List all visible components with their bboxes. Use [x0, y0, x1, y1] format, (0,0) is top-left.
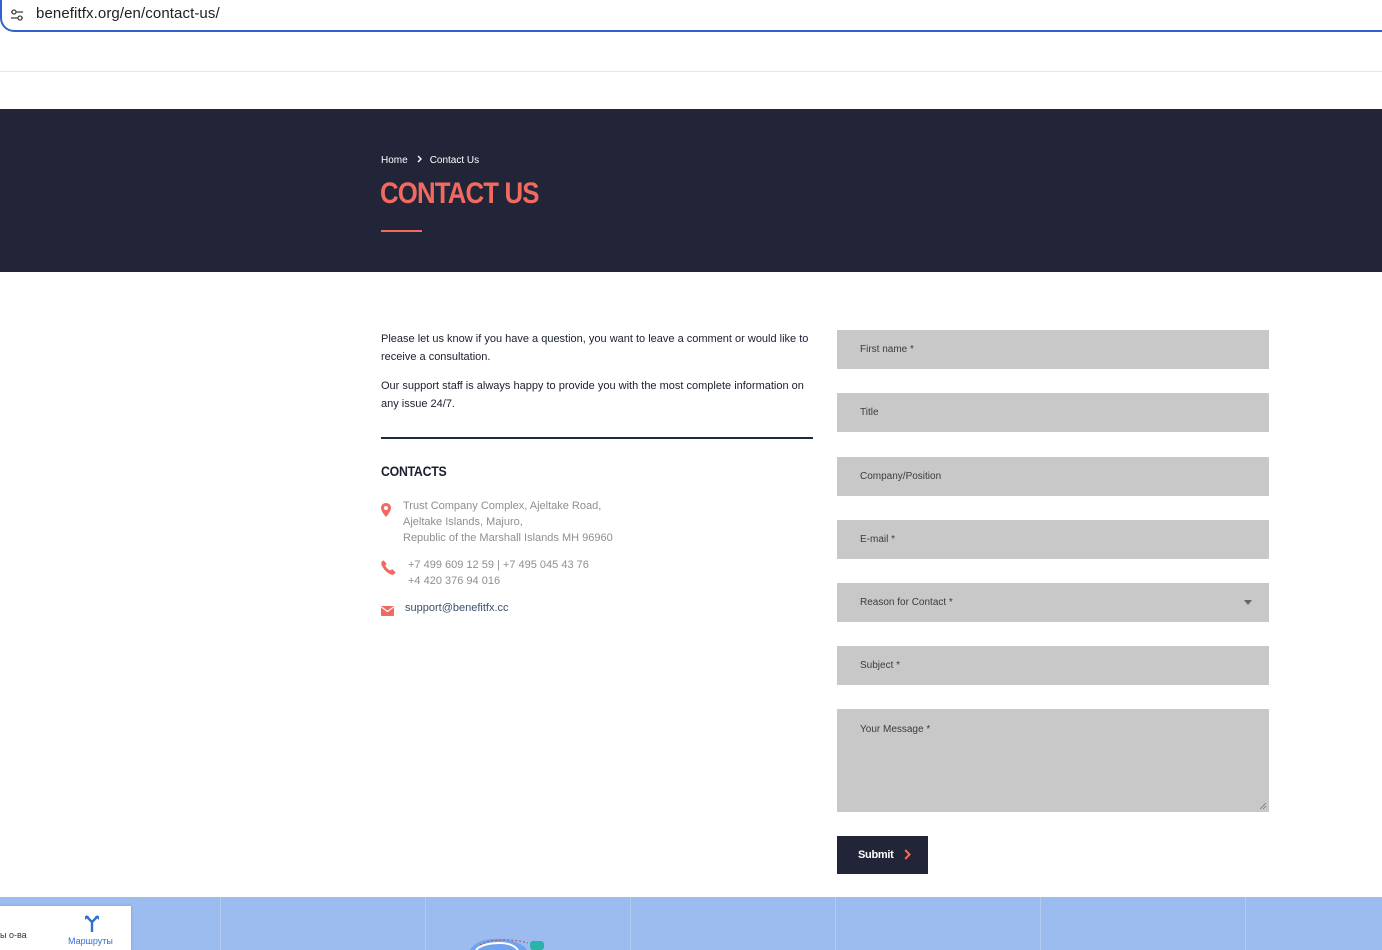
company-position-placeholder: Company/Position	[860, 471, 942, 482]
map-routes-panel[interactable]: ы о-ва Маршруты	[0, 906, 131, 950]
map-panel-cut-text: ы о-ва	[0, 930, 27, 940]
url-text[interactable]: benefitfx.org/en/contact-us/	[36, 5, 220, 22]
breadcrumb-home-link[interactable]: Home	[381, 155, 408, 166]
map-area[interactable]	[0, 897, 1382, 950]
location-pin-icon	[381, 498, 401, 546]
phone-block: +7 499 609 12 59 | +7 495 045 43 76 +4 4…	[381, 557, 589, 589]
map-grid-line	[220, 897, 221, 950]
title-input[interactable]: Title	[837, 393, 1269, 432]
tune-icon[interactable]	[10, 8, 24, 22]
intro-paragraph-2: Our support staff is always happy to pro…	[381, 380, 804, 410]
title-placeholder: Title	[860, 407, 879, 418]
map-grid-line	[1245, 897, 1246, 950]
address-line-2: Ajeltake Islands, Majuro,	[403, 516, 523, 528]
phone-icon	[381, 557, 401, 589]
site-header	[0, 32, 1382, 72]
address-bar[interactable]: benefitfx.org/en/contact-us/	[0, 0, 1382, 32]
title-underline	[381, 230, 422, 232]
first-name-input[interactable]: First name *	[837, 330, 1269, 369]
company-position-input[interactable]: Company/Position	[837, 457, 1269, 496]
address-line-3: Republic of the Marshall Islands MH 9696…	[403, 532, 613, 544]
subject-input[interactable]: Subject *	[837, 646, 1269, 685]
map-grid-line	[1040, 897, 1041, 950]
section-divider	[381, 437, 813, 439]
resize-handle-icon[interactable]	[1259, 802, 1267, 810]
first-name-placeholder: First name *	[860, 344, 914, 355]
email-block: support@benefitfx.cc	[381, 600, 509, 621]
intro-paragraph-1: Please let us know if you have a questio…	[381, 333, 809, 363]
breadcrumb: Home Contact Us	[381, 155, 479, 166]
map-grid-line	[425, 897, 426, 950]
routes-label[interactable]: Маршруты	[68, 936, 113, 946]
message-placeholder: Your Message *	[860, 724, 931, 735]
chevron-down-icon	[1244, 600, 1252, 605]
submit-label: Submit	[858, 849, 894, 861]
reason-for-contact-select[interactable]: Reason for Contact *	[837, 583, 1269, 622]
chevron-right-icon	[904, 849, 911, 860]
address-block: Trust Company Complex, Ajeltake Road, Aj…	[381, 498, 613, 546]
page-hero: Home Contact Us CONTACT US	[0, 109, 1382, 272]
email-link[interactable]: support@benefitfx.cc	[405, 600, 509, 621]
address-line-1: Trust Company Complex, Ajeltake Road,	[403, 500, 602, 512]
phone-line-1[interactable]: +7 499 609 12 59 | +7 495 045 43 76	[408, 557, 589, 573]
message-textarea[interactable]: Your Message *	[837, 709, 1269, 812]
map-grid-line	[835, 897, 836, 950]
routes-icon[interactable]	[84, 915, 100, 933]
intro-text: Please let us know if you have a questio…	[381, 330, 813, 424]
page-title: CONTACT US	[380, 177, 539, 210]
breadcrumb-current: Contact Us	[429, 155, 480, 166]
phone-line-2[interactable]: +4 420 376 94 016	[408, 573, 589, 589]
email-placeholder: E-mail *	[860, 534, 896, 545]
envelope-icon	[381, 600, 401, 621]
atoll-map-shape	[470, 938, 544, 950]
email-input[interactable]: E-mail *	[837, 520, 1269, 559]
submit-button[interactable]: Submit	[837, 836, 928, 874]
contacts-heading: CONTACTS	[381, 463, 447, 479]
chevron-right-icon	[417, 155, 422, 166]
map-grid-line	[630, 897, 631, 950]
subject-placeholder: Subject *	[860, 660, 901, 671]
reason-selected-value: Reason for Contact *	[860, 597, 953, 608]
